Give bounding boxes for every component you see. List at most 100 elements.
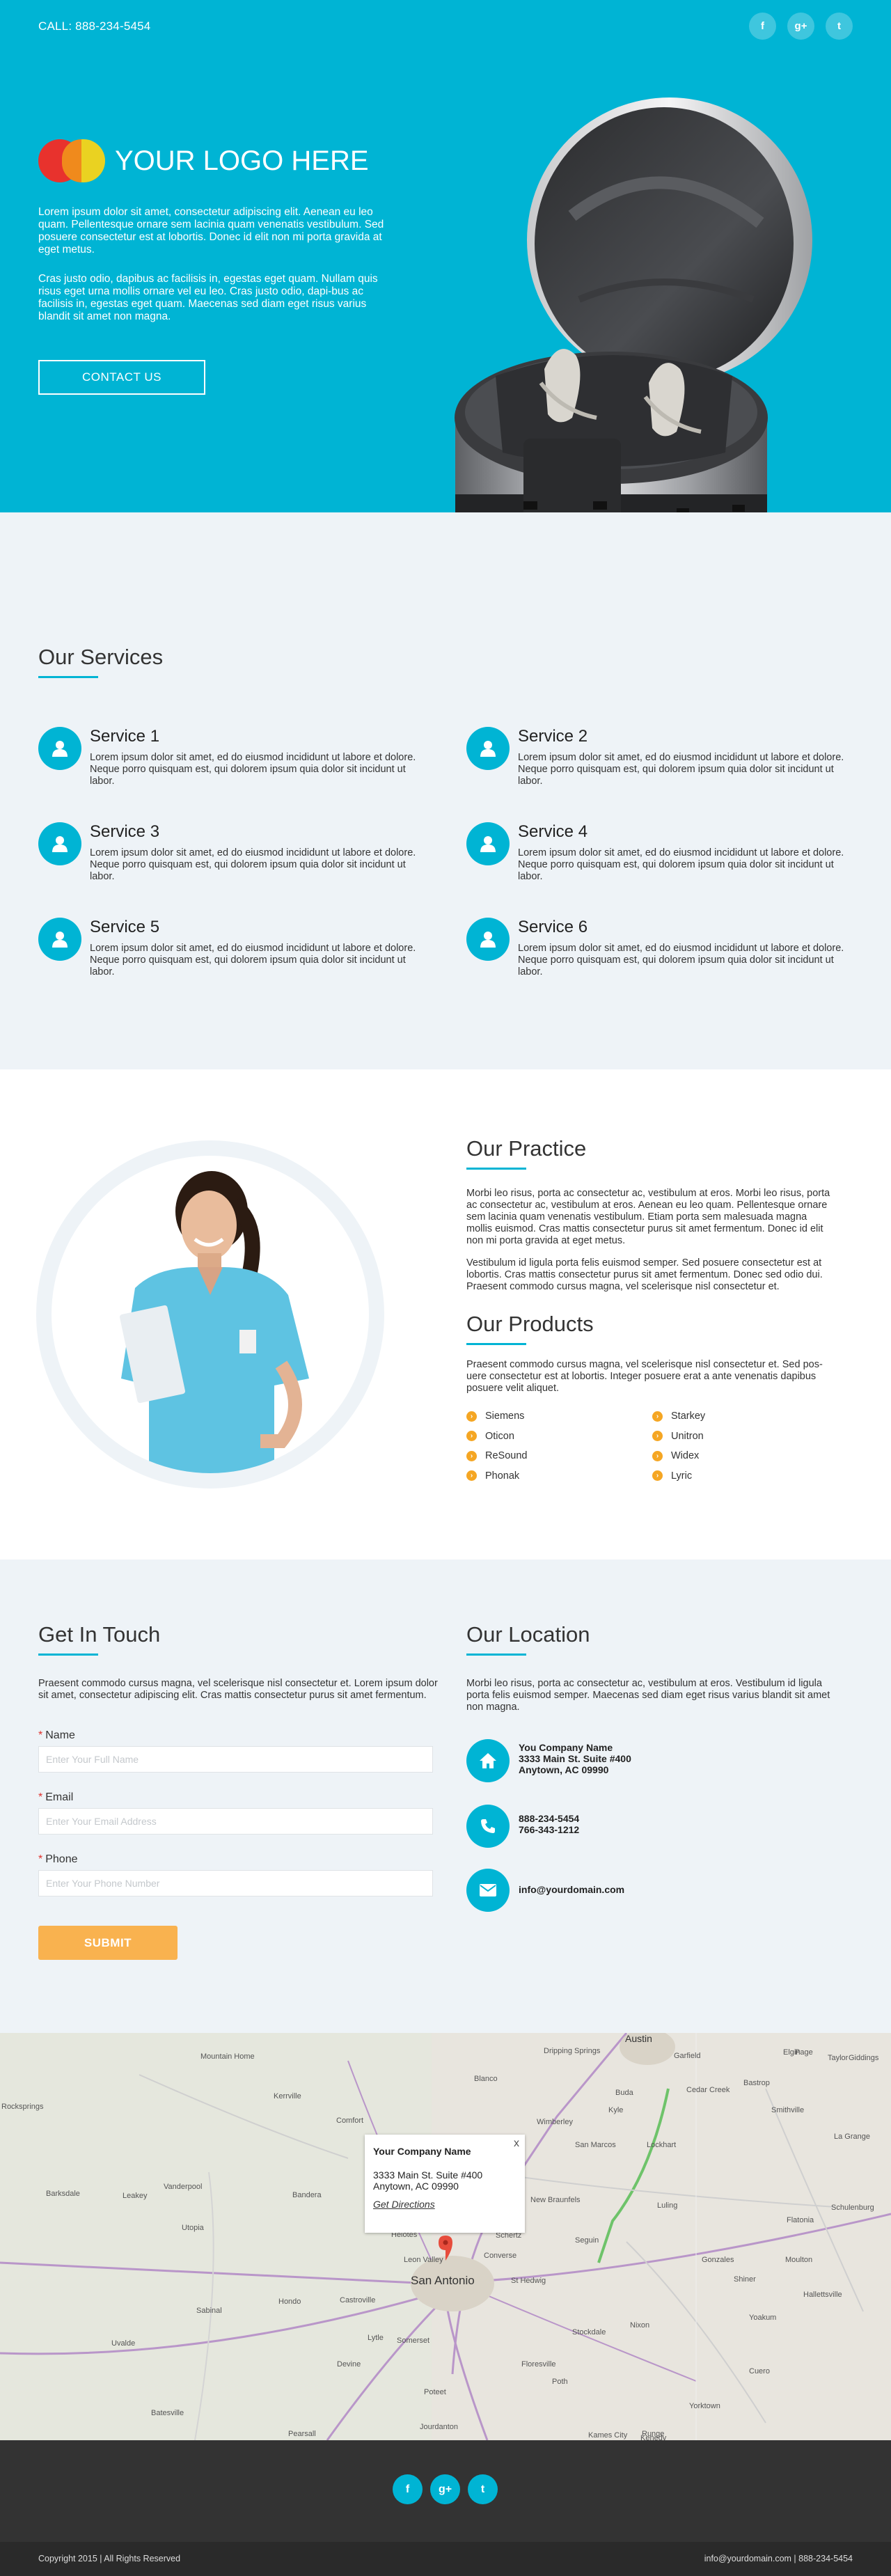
location-title-underline	[466, 1654, 526, 1656]
map-label: La Grange	[834, 2133, 870, 2141]
phone-label: * Phone	[38, 1853, 78, 1865]
map-label: Floresville	[521, 2360, 556, 2369]
list-item: › Siemens	[466, 1406, 527, 1427]
map-label: San Marcos	[575, 2141, 616, 2149]
map-label: Cuero	[749, 2367, 770, 2375]
list-item: › ReSound	[466, 1446, 527, 1466]
copyright-text: Copyright 2015 | All Rights Reserved	[38, 2554, 181, 2563]
chevron-right-icon: ›	[466, 1411, 477, 1422]
user-icon	[466, 918, 510, 961]
map-label: Hondo	[278, 2298, 301, 2306]
google-plus-icon[interactable]: g+	[430, 2474, 460, 2504]
chevron-right-icon: ›	[652, 1450, 663, 1461]
contact-us-button[interactable]: CONTACT US	[38, 360, 205, 395]
map-label: Poth	[552, 2378, 568, 2386]
user-icon	[38, 727, 81, 770]
map-label: Batesville	[151, 2409, 184, 2417]
contact-section: Get In Touch Praesent commodo cursus mag…	[0, 1560, 891, 2033]
submit-button[interactable]: SUBMIT	[38, 1926, 178, 1960]
footer-contact: info@yourdomain.com | 888-234-5454	[704, 2554, 853, 2563]
contact-title: Get In Touch	[38, 1622, 161, 1647]
name-label: * Name	[38, 1729, 75, 1741]
map-label: Utopia	[182, 2224, 204, 2232]
location-title: Our Location	[466, 1622, 590, 1647]
chevron-right-icon: ›	[466, 1450, 477, 1461]
map-label: Kyle	[608, 2106, 624, 2114]
user-icon	[38, 918, 81, 961]
get-directions-link[interactable]: Get Directions	[373, 2199, 517, 2210]
user-icon	[466, 822, 510, 865]
twitter-icon[interactable]: t	[826, 13, 853, 40]
map-label: Moulton	[785, 2256, 813, 2264]
map-label: Stockdale	[572, 2328, 606, 2337]
logo-text: YOUR LOGO HERE	[115, 145, 369, 176]
map-label: Seguin	[575, 2236, 599, 2245]
list-item: › Unitron	[652, 1427, 705, 1447]
home-icon	[466, 1739, 510, 1782]
popup-address-line-1: 3333 Main St. Suite #400	[373, 2169, 483, 2181]
service-description: Lorem ipsum dolor sit amet, ed do eiusmo…	[518, 752, 844, 787]
list-item: › Starkey	[652, 1406, 705, 1427]
map-label: Buda	[615, 2089, 633, 2097]
contact-title-underline	[38, 1654, 98, 1656]
facebook-icon[interactable]: f	[393, 2474, 423, 2504]
service-name: Service 2	[518, 727, 588, 746]
map-info-popup: x Your Company Name 3333 Main St. Suite …	[365, 2135, 525, 2233]
service-description: Lorem ipsum dolor sit amet, ed do eiusmo…	[518, 847, 844, 882]
service-item: Service 5 Lorem ipsum dolor sit amet, ed…	[38, 918, 416, 994]
bottom-bar: Copyright 2015 | All Rights Reserved inf…	[0, 2542, 891, 2576]
name-field[interactable]	[38, 1746, 433, 1773]
products-title-underline	[466, 1343, 526, 1345]
facebook-icon[interactable]: f	[749, 13, 776, 40]
map-label: San Antonio	[411, 2274, 475, 2287]
map-label: Yoakum	[749, 2314, 777, 2322]
chevron-right-icon: ›	[466, 1470, 477, 1482]
email-field[interactable]	[38, 1808, 433, 1835]
map-label: St Hedwig	[511, 2277, 546, 2285]
service-description: Lorem ipsum dolor sit amet, ed do eiusmo…	[90, 943, 416, 977]
header-social-links: f g+ t	[749, 13, 853, 40]
map-label: Schulenburg	[831, 2204, 874, 2212]
practice-paragraph-2: Vestibulum id ligula porta felis euismod…	[466, 1257, 823, 1292]
google-plus-icon[interactable]: g+	[787, 13, 814, 40]
hero-paragraph-2: Cras justo odio, dapibus ac facilisis in…	[38, 273, 378, 322]
email-label: * Email	[38, 1791, 74, 1803]
service-item: Service 4 Lorem ipsum dolor sit amet, ed…	[466, 822, 844, 899]
map-label: Leon Valley	[404, 2256, 443, 2264]
chevron-right-icon: ›	[652, 1431, 663, 1442]
logo[interactable]: YOUR LOGO HERE	[38, 138, 369, 184]
map-label: Yorktown	[689, 2402, 720, 2410]
call-text: CALL: 888-234-5454	[38, 19, 151, 33]
map-label: Lytle	[368, 2334, 384, 2342]
map-label: Jourdanton	[420, 2423, 459, 2431]
map-label: Taylor	[828, 2054, 849, 2062]
phone-numbers: 888-234-5454 766-343-1212	[519, 1813, 580, 1835]
envelope-icon	[466, 1869, 510, 1912]
service-name: Service 6	[518, 918, 588, 936]
service-name: Service 1	[90, 727, 160, 746]
map-label: Rocksprings	[1, 2103, 44, 2111]
close-icon[interactable]: x	[514, 2137, 519, 2150]
service-description: Lorem ipsum dolor sit amet, ed do eiusmo…	[90, 847, 416, 882]
email-address[interactable]: info@yourdomain.com	[519, 1884, 624, 1895]
map-label: Gonzales	[702, 2256, 734, 2264]
map[interactable]: Austin Mountain Home Kerrville Comfort R…	[0, 2033, 891, 2440]
map-label: Leakey	[123, 2192, 148, 2200]
phone-icon	[466, 1805, 510, 1848]
logo-mark-icon	[38, 138, 105, 184]
map-label: Page	[795, 2048, 813, 2057]
service-description: Lorem ipsum dolor sit amet, ed do eiusmo…	[90, 752, 416, 787]
map-label: Blanco	[474, 2075, 498, 2083]
map-label: Kerrville	[274, 2092, 301, 2100]
chevron-right-icon: ›	[652, 1470, 663, 1482]
twitter-icon[interactable]: t	[468, 2474, 498, 2504]
map-label: Devine	[337, 2360, 361, 2369]
phone-field[interactable]	[38, 1870, 433, 1896]
map-label: Austin	[625, 2033, 652, 2044]
list-item: › Phonak	[466, 1466, 527, 1486]
address-block: You Company Name 3333 Main St. Suite #40…	[519, 1742, 631, 1775]
map-label: Flatonia	[787, 2216, 814, 2224]
products-list-col2: › Starkey › Unitron › Widex › Lyric	[652, 1406, 705, 1486]
map-label: Giddings	[849, 2054, 879, 2062]
map-label: Nixon	[630, 2321, 650, 2330]
